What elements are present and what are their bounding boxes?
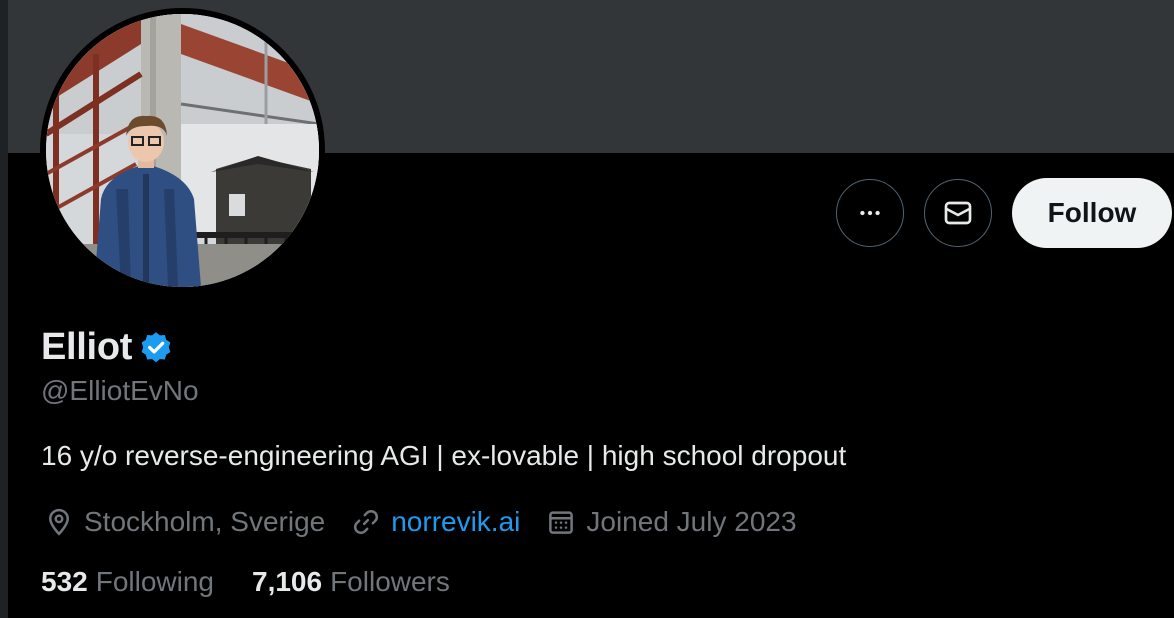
more-horizontal-icon	[860, 210, 880, 216]
website-link[interactable]: norrevik.ai	[391, 506, 520, 538]
name-row: Elliot	[41, 322, 174, 372]
display-name: Elliot	[41, 325, 133, 368]
followers-link[interactable]: 7,106 Followers	[252, 566, 450, 598]
following-count: 532	[41, 566, 88, 597]
profile-page: Follow Elliot @ElliotEvNo 16 y/o reverse…	[0, 0, 1174, 618]
calendar-icon	[549, 511, 574, 534]
followers-label: Followers	[330, 566, 450, 597]
user-handle: @ElliotEvNo	[41, 375, 199, 406]
location-pin-icon	[48, 508, 70, 536]
location-item: Stockholm, Sverige	[44, 506, 325, 538]
joined-text: Joined July 2023	[586, 506, 797, 537]
envelope-icon	[944, 201, 972, 225]
following-label: Following	[95, 566, 214, 597]
profile-bio: 16 y/o reverse-engineering AGI | ex-lova…	[41, 440, 847, 471]
avatar[interactable]	[46, 14, 319, 287]
link-icon	[354, 509, 379, 535]
followers-count: 7,106	[252, 566, 323, 597]
more-options-button[interactable]	[836, 179, 904, 247]
joined-item: Joined July 2023	[546, 506, 797, 538]
follow-button[interactable]: Follow	[1012, 178, 1172, 248]
location-text: Stockholm, Sverige	[84, 506, 326, 537]
left-edge	[0, 0, 8, 618]
avatar-photo	[46, 14, 319, 287]
verified-badge-icon[interactable]	[138, 330, 174, 366]
following-link[interactable]: 532 Following	[41, 566, 214, 598]
follow-stats: 532 Following 7,106 Followers	[41, 566, 450, 598]
website-item[interactable]: norrevik.ai	[351, 506, 520, 538]
profile-meta: Stockholm, Sverige norrevik.ai Joined Ju…	[44, 502, 797, 542]
message-button[interactable]	[924, 179, 992, 247]
